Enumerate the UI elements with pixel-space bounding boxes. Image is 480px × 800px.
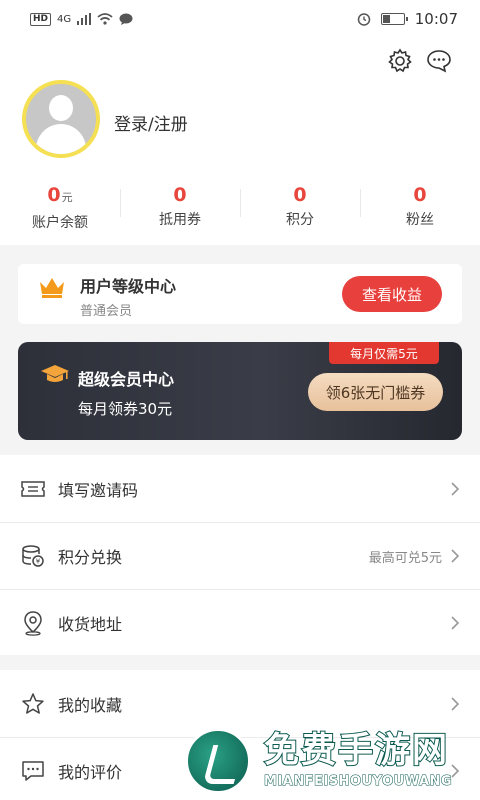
menu-item-points-exchange[interactable]: ¥ 积分兑换 最高可兑5元 (0, 522, 480, 589)
status-right: 10:07 (357, 10, 458, 28)
svg-text:¥: ¥ (36, 558, 41, 566)
settings-button[interactable] (385, 46, 415, 76)
star-icon (20, 691, 46, 717)
user-level-card[interactable]: 用户等级中心 普通会员 查看收益 (18, 264, 462, 324)
chevron-right-icon (451, 481, 460, 496)
price-tag: 每月仅需5元 (329, 342, 439, 364)
super-member-card[interactable]: 超级会员中心 每月领券30元 每月仅需5元 领6张无门槛券 (18, 342, 462, 440)
watermark-title: 免费手游网 (263, 730, 450, 772)
stat-points-label: 积分 (286, 212, 314, 228)
menu-group-a: 填写邀请码 ¥ 积分兑换 最高可兑5元 收货地址 (0, 455, 480, 655)
chat-bubble-icon (427, 50, 451, 73)
avatar-body (36, 124, 86, 154)
menu-item-label: 收货地址 (58, 615, 123, 634)
stat-fans-value: 0 (413, 184, 427, 206)
chevron-right-icon (451, 696, 460, 711)
account-stats: 0元 账户余额 0 抵用券 0 积分 0 粉丝 (0, 183, 480, 233)
alarm-icon (357, 13, 371, 26)
stat-points-value: 0 (293, 184, 307, 206)
user-level-title: 用户等级中心 (80, 277, 177, 296)
comment-icon (20, 758, 46, 784)
graduation-cap-icon (41, 365, 69, 382)
avatar[interactable] (22, 80, 100, 158)
super-member-title: 超级会员中心 (78, 370, 175, 389)
ticket-icon (20, 476, 46, 502)
stat-balance-unit: 元 (61, 191, 73, 204)
claim-coupons-button[interactable]: 领6张无门槛券 (308, 373, 443, 411)
stat-coupons-label: 抵用券 (159, 212, 201, 228)
menu-item-label: 填写邀请码 (58, 480, 139, 500)
site-watermark: 免费手游网 MIANFEISHOUYOUWANG (180, 718, 480, 800)
hd-badge: HD (30, 12, 52, 26)
watermark-subtitle: MIANFEISHOUYOUWANG (263, 774, 453, 790)
view-earnings-button[interactable]: 查看收益 (342, 276, 442, 312)
watermark-logo (185, 728, 251, 794)
signal-icon (77, 13, 92, 25)
chevron-right-icon (451, 616, 460, 630)
menu-item-invite-code[interactable]: 填写邀请码 (0, 455, 480, 522)
stat-balance[interactable]: 0元 账户余额 (0, 183, 120, 233)
stat-fans[interactable]: 0 粉丝 (360, 183, 480, 233)
menu-item-label: 我的收藏 (58, 695, 123, 715)
super-member-subtitle: 每月领券30元 (78, 400, 173, 418)
stat-balance-value: 0元 (47, 184, 73, 206)
status-bar: HD 4G 10:07 (0, 0, 480, 38)
stat-points[interactable]: 0 积分 (240, 183, 360, 233)
profile-header: 登录/注册 0元 账户余额 0 抵用券 0 积分 0 粉丝 (0, 38, 480, 245)
gear-icon (388, 48, 412, 73)
message-button[interactable] (424, 46, 454, 76)
coins-icon: ¥ (20, 543, 46, 569)
chevron-right-icon (451, 549, 460, 563)
menu-item-hint: 最高可兑5元 (368, 550, 442, 566)
menu-item-label: 积分兑换 (58, 548, 123, 567)
stat-fans-label: 粉丝 (406, 212, 434, 228)
notification-chat-icon (119, 13, 133, 25)
stat-coupons-value: 0 (173, 184, 187, 206)
avatar-head (49, 95, 73, 121)
battery-icon (380, 13, 408, 25)
stat-coupons[interactable]: 0 抵用券 (120, 183, 240, 233)
crown-icon (40, 278, 64, 298)
stat-balance-label: 账户余额 (32, 215, 88, 231)
location-pin-icon (20, 610, 46, 636)
wifi-icon (97, 13, 113, 25)
status-left: HD 4G (30, 12, 133, 26)
menu-item-shipping-address[interactable]: 收货地址 (0, 589, 480, 656)
user-level-subtitle: 普通会员 (80, 304, 133, 319)
network-type: 4G (57, 13, 72, 25)
clock: 10:07 (414, 10, 458, 28)
login-register-link[interactable]: 登录/注册 (114, 110, 188, 135)
